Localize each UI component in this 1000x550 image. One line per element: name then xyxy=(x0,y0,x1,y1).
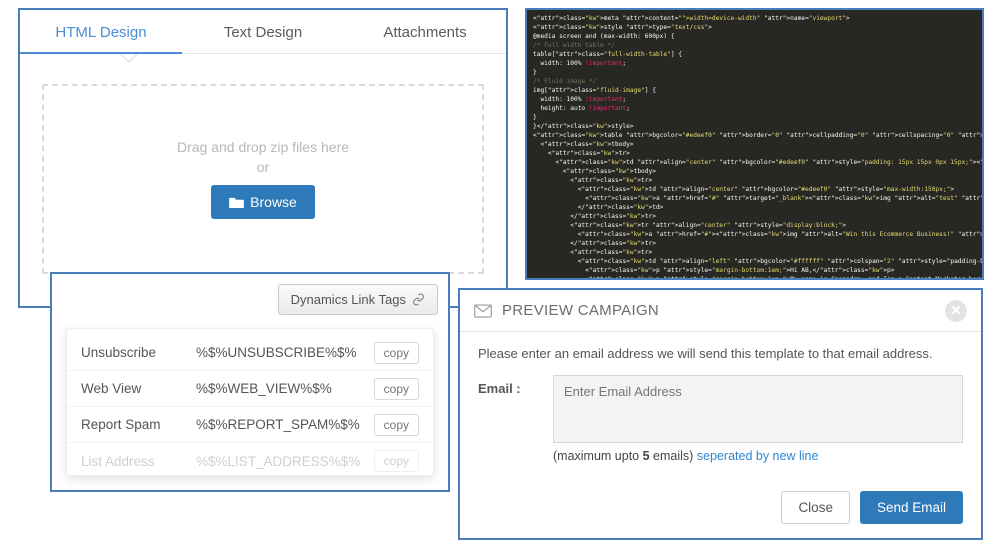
email-note: (maximum upto 5 emails) seperated by new… xyxy=(553,449,963,463)
dialog-header: PREVIEW CAMPAIGN ✕ xyxy=(460,290,981,332)
envelope-icon xyxy=(474,304,492,318)
copy-button[interactable]: copy xyxy=(374,450,419,472)
tag-value: %$%REPORT_SPAM%$% xyxy=(196,417,374,432)
table-row: Unsubscribe%$%UNSUBSCRIBE%$%copy xyxy=(67,335,433,371)
tag-name: Web View xyxy=(81,381,196,396)
copy-button[interactable]: copy xyxy=(374,378,419,400)
dropzone-hint: Drag and drop zip files here xyxy=(177,139,349,155)
link-icon xyxy=(412,293,425,306)
browse-label: Browse xyxy=(250,194,297,210)
tab-html-design[interactable]: HTML Design xyxy=(20,10,182,53)
email-label: Email : xyxy=(478,375,553,443)
tab-bar: HTML Design Text Design Attachments xyxy=(20,10,506,54)
preview-campaign-dialog: PREVIEW CAMPAIGN ✕ Please enter an email… xyxy=(458,288,983,540)
table-row: Web View%$%WEB_VIEW%$%copy xyxy=(67,371,433,407)
table-row: List Address%$%LIST_ADDRESS%$%copy xyxy=(67,443,433,479)
tab-attachments[interactable]: Attachments xyxy=(344,10,506,53)
tab-text-design[interactable]: Text Design xyxy=(182,10,344,53)
table-row: Report Spam%$%REPORT_SPAM%$%copy xyxy=(67,407,433,443)
tag-value: %$%WEB_VIEW%$% xyxy=(196,381,374,396)
tag-value: %$%LIST_ADDRESS%$% xyxy=(196,454,374,469)
copy-button[interactable]: copy xyxy=(374,414,419,436)
email-input[interactable] xyxy=(553,375,963,443)
dynamic-tags-panel: Dynamics Link Tags Unsubscribe%$%UNSUBSC… xyxy=(50,272,450,492)
dialog-body: Please enter an email address we will se… xyxy=(460,332,981,463)
tag-name: Unsubscribe xyxy=(81,345,196,360)
tag-name: Report Spam xyxy=(81,417,196,432)
dialog-close-button[interactable]: ✕ xyxy=(945,300,967,322)
tag-name: List Address xyxy=(81,454,196,469)
dynamic-link-tags-label: Dynamics Link Tags xyxy=(291,292,406,307)
tab-indicator xyxy=(120,54,138,63)
folder-icon xyxy=(229,196,244,208)
copy-button[interactable]: copy xyxy=(374,342,419,364)
browse-button[interactable]: Browse xyxy=(211,185,315,219)
dialog-instruction: Please enter an email address we will se… xyxy=(478,346,963,361)
dialog-actions: Close Send Email xyxy=(781,491,963,524)
send-email-button[interactable]: Send Email xyxy=(860,491,963,524)
email-form: Email : xyxy=(478,375,963,443)
html-design-panel: HTML Design Text Design Attachments Drag… xyxy=(18,8,508,308)
code-editor[interactable]: <"attr">class="kw">meta "attr">content="… xyxy=(525,8,984,280)
dialog-title: PREVIEW CAMPAIGN xyxy=(502,302,659,319)
file-dropzone[interactable]: Drag and drop zip files here or Browse xyxy=(42,84,484,274)
dropzone-or: or xyxy=(257,159,269,175)
dynamic-link-tags-button[interactable]: Dynamics Link Tags xyxy=(278,284,438,315)
close-button[interactable]: Close xyxy=(781,491,850,524)
tag-value: %$%UNSUBSCRIBE%$% xyxy=(196,345,374,360)
close-icon: ✕ xyxy=(950,302,962,319)
tags-table: Unsubscribe%$%UNSUBSCRIBE%$%copyWeb View… xyxy=(66,328,434,476)
